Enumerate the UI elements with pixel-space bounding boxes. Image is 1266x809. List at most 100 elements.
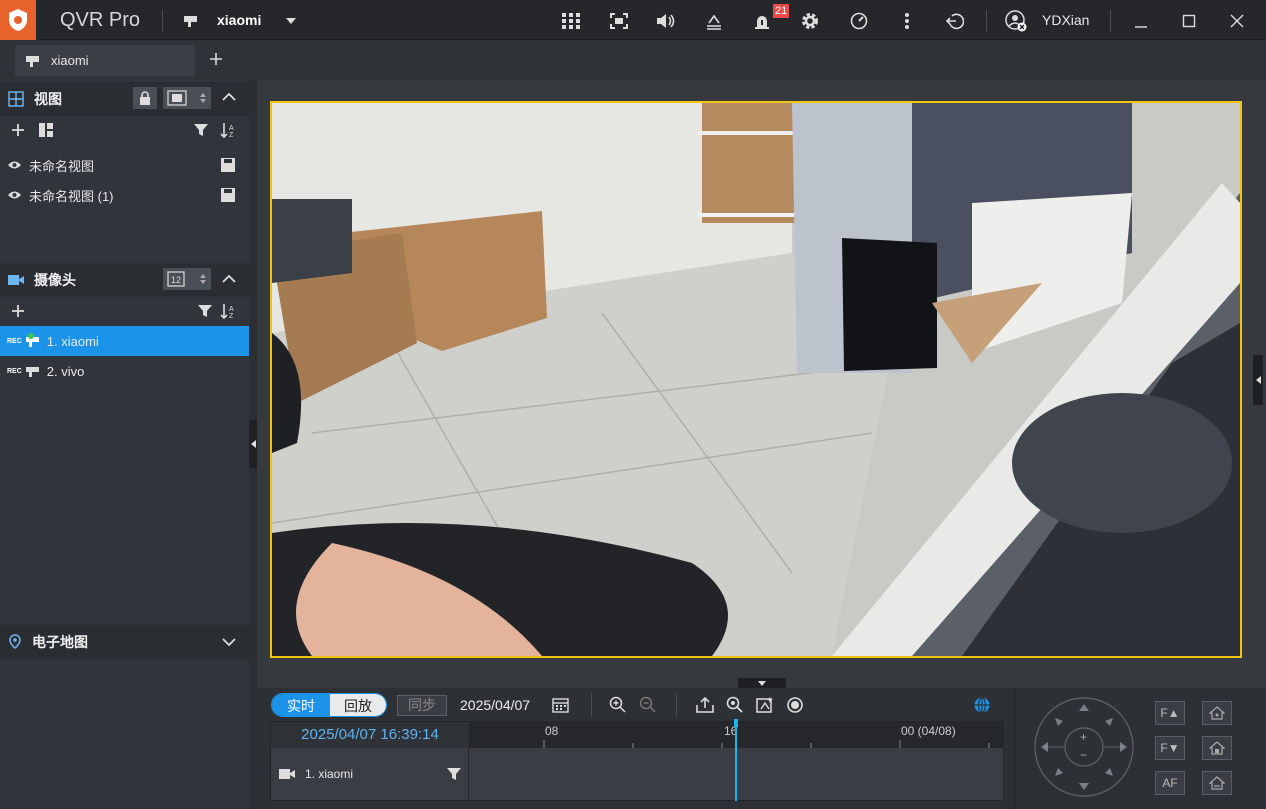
server-selector[interactable]: xiaomi: [217, 12, 261, 28]
ptz-joystick[interactable]: [1033, 696, 1135, 798]
view-switch-button[interactable]: [163, 87, 211, 109]
eye-icon[interactable]: [7, 160, 22, 170]
chevron-down-icon[interactable]: [280, 10, 302, 32]
gear-icon[interactable]: [799, 10, 821, 32]
grid-layout-icon[interactable]: [560, 10, 582, 32]
tab-bar: xiaomi: [0, 40, 1266, 80]
camera-item-vivo[interactable]: REC 2. vivo: [0, 356, 249, 386]
rec-badge: REC: [7, 337, 22, 345]
camera-sort-button[interactable]: 12: [163, 268, 211, 290]
spinner-icon: [200, 274, 206, 284]
view-item-label: 未命名视图: [29, 158, 95, 174]
view-item[interactable]: 未命名视图: [0, 150, 249, 180]
zoom-in-icon[interactable]: [609, 696, 627, 714]
svg-text:A: A: [229, 125, 234, 132]
globe-icon[interactable]: [973, 696, 991, 714]
preset-list-icon[interactable]: [1202, 771, 1232, 795]
event-log-icon[interactable]: [703, 10, 725, 32]
preset-home-icon[interactable]: [1202, 701, 1232, 725]
right-panel-toggle[interactable]: [1253, 355, 1263, 405]
filter-icon[interactable]: [447, 767, 461, 781]
preset-save-icon[interactable]: [1202, 736, 1232, 760]
save-icon[interactable]: [221, 158, 235, 172]
ptz-zoom-in[interactable]: +: [1080, 730, 1087, 744]
playback-mode-button[interactable]: 回放: [330, 694, 386, 716]
sync-button[interactable]: 同步: [397, 695, 447, 716]
bottom-panel-toggle[interactable]: [738, 678, 786, 688]
notification-badge: 21: [773, 4, 790, 18]
calendar-icon[interactable]: [552, 697, 569, 713]
filter-icon[interactable]: [194, 123, 208, 137]
filter-icon[interactable]: [198, 304, 212, 318]
title-bar: QVR Pro xiaomi 21 YDXian: [0, 0, 1266, 40]
collapse-icon[interactable]: [222, 274, 236, 283]
divider: [1110, 10, 1111, 32]
view-item-label: 未命名视图 (1): [29, 188, 114, 204]
ptz-zoom-out[interactable]: −: [1080, 748, 1087, 762]
divider: [676, 693, 677, 717]
sidebar: 视图 AZ 未命名视图 未命名视图 (1) 摄像头 12 AZ REC 1. x…: [0, 80, 249, 809]
camera-icon: [25, 367, 39, 377]
sort-icon[interactable]: AZ: [220, 303, 238, 319]
camera-item-label: 1. xiaomi: [46, 333, 99, 349]
camera-section-header[interactable]: 摄像头: [0, 263, 249, 297]
user-name[interactable]: YDXian: [1042, 12, 1089, 28]
expand-icon[interactable]: [222, 638, 236, 647]
camera-video-feed[interactable]: [270, 101, 1242, 658]
record-icon[interactable]: [786, 696, 804, 714]
export-icon[interactable]: [696, 696, 714, 714]
zoom-out-icon[interactable]: [639, 696, 657, 714]
fullscreen-icon[interactable]: [608, 10, 630, 32]
more-options-icon[interactable]: [896, 10, 918, 32]
emap-section-header[interactable]: 电子地图: [0, 625, 249, 659]
camera-icon: [181, 10, 203, 32]
focus-up-button[interactable]: F▲: [1155, 701, 1185, 725]
camera-icon: [26, 55, 39, 67]
layout-icon[interactable]: [39, 123, 53, 137]
number-order-icon: 12: [167, 271, 185, 287]
save-icon[interactable]: [221, 188, 235, 202]
add-tab-icon[interactable]: [209, 52, 223, 66]
alarm-icon[interactable]: [751, 10, 773, 32]
tab-xiaomi[interactable]: xiaomi: [15, 45, 195, 76]
svg-text:A: A: [229, 306, 234, 313]
current-time: 2025/04/07 16:39:14: [271, 722, 469, 748]
close-icon[interactable]: [1226, 10, 1248, 32]
live-mode-button[interactable]: 实时: [272, 694, 330, 716]
timeline[interactable]: 2025/04/07 16:39:14 08 16 00 (04/08) 1. …: [270, 721, 1004, 801]
section-title: 摄像头: [34, 272, 76, 288]
swap-view-icon: [167, 90, 187, 106]
camera-item-xiaomi[interactable]: REC 1. xiaomi: [0, 326, 249, 356]
views-section-header[interactable]: 视图: [0, 82, 249, 116]
app-logo: [0, 0, 36, 40]
speaker-icon[interactable]: [655, 10, 677, 32]
dashboard-icon[interactable]: [848, 10, 870, 32]
add-view-icon[interactable]: [11, 123, 25, 137]
snapshot-icon[interactable]: [756, 696, 774, 714]
tick-label: 00 (04/08): [901, 724, 956, 738]
focus-down-button[interactable]: F▼: [1155, 736, 1185, 760]
svg-text:Z: Z: [229, 132, 234, 138]
section-title: 电子地图: [32, 634, 88, 650]
eye-icon[interactable]: [7, 190, 22, 200]
add-camera-icon[interactable]: [11, 304, 25, 318]
user-avatar-icon[interactable]: [1005, 10, 1027, 32]
timeline-cursor[interactable]: [734, 719, 738, 801]
auto-focus-button[interactable]: AF: [1155, 771, 1185, 795]
view-item[interactable]: 未命名视图 (1): [0, 180, 249, 210]
sort-icon[interactable]: AZ: [220, 122, 238, 138]
search-icon[interactable]: [726, 696, 744, 714]
date-field[interactable]: 2025/04/07: [460, 697, 530, 713]
map-pin-icon: [9, 634, 21, 649]
video-camera-icon: [279, 769, 295, 779]
lock-icon[interactable]: [133, 87, 157, 109]
timeline-camera-label: 1. xiaomi: [305, 767, 354, 781]
svg-text:12: 12: [171, 275, 181, 285]
minimize-icon[interactable]: [1130, 10, 1152, 32]
maximize-icon[interactable]: [1178, 10, 1200, 32]
collapse-icon[interactable]: [222, 92, 236, 101]
logout-icon[interactable]: [944, 10, 966, 32]
views-toolbar: AZ: [0, 116, 249, 146]
views-icon: [8, 91, 24, 107]
divider: [162, 10, 163, 32]
